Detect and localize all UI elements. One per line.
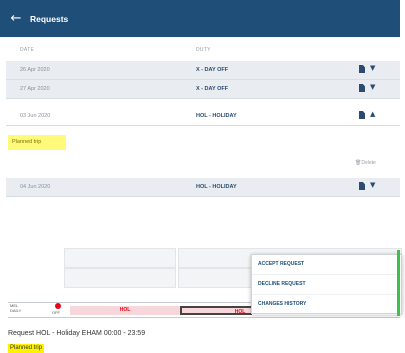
row-date: 04 Jun 2020 [20,184,51,190]
document-icon[interactable] [359,65,365,73]
row-duty: HOL - HOLIDAY [196,113,237,119]
row-duty: HOL - HOLIDAY [196,184,237,190]
table-row[interactable]: 04 Jun 2020 HOL - HOLIDAY ▼ [6,178,400,197]
row-date: 26 Apr 2020 [20,67,50,73]
row-duty: X - DAY OFF [196,67,229,73]
chevron-down-icon[interactable]: ▼ [370,83,375,91]
requests-screen: ← Requests DATE DUTY 26 Apr 2020 X - DAY… [0,0,402,353]
arrow-left-icon[interactable]: ← [2,11,30,26]
off-label: OFF [52,310,60,315]
context-menu: ACCEPT REQUEST DECLINE REQUEST CHANGES H… [251,254,402,315]
document-icon[interactable] [359,111,365,119]
delete-button[interactable]: 🗑Delete [355,160,376,166]
row-duty: X - DAY OFF [196,86,229,92]
roster-segment-hol[interactable]: HOL [70,306,180,315]
column-duty: DUTY [196,47,211,53]
page-title: Requests [30,13,69,24]
table-header: DATE DUTY [0,37,400,61]
request-details: Request HOL - Holiday EHAM 00:00 - 23:59 [8,330,146,337]
menu-accent-bar [397,250,400,316]
status-dot [55,303,61,309]
table-row-expanded[interactable]: 03 Jun 2020 HOL - HOLIDAY ▲ [6,107,400,126]
table-row[interactable]: 26 Apr 2020 X - DAY OFF ▼ [6,61,400,80]
grid-cell [64,268,176,288]
document-icon[interactable] [359,182,365,190]
accept-request-item[interactable]: ACCEPT REQUEST [252,255,401,275]
decline-request-item[interactable]: DECLINE REQUEST [252,275,401,295]
roster-label: MEL DAILY [10,303,22,313]
column-date: DATE [20,47,35,53]
top-bar: ← Requests [0,0,400,37]
grid-cell [64,248,176,268]
document-icon[interactable] [359,84,365,92]
chevron-down-icon[interactable]: ▼ [370,181,375,189]
row-date: 27 Apr 2020 [20,86,50,92]
row-date: 03 Jun 2020 [20,113,51,119]
table-row[interactable]: 27 Apr 2020 X - DAY OFF ▼ [6,80,400,99]
changes-history-item[interactable]: CHANGES HISTORY [252,295,401,315]
request-comment: Planned trip [8,344,45,353]
chevron-down-icon[interactable]: ▼ [370,64,375,72]
chevron-up-icon[interactable]: ▲ [370,110,375,118]
comment-badge: Planned trip [8,135,66,150]
